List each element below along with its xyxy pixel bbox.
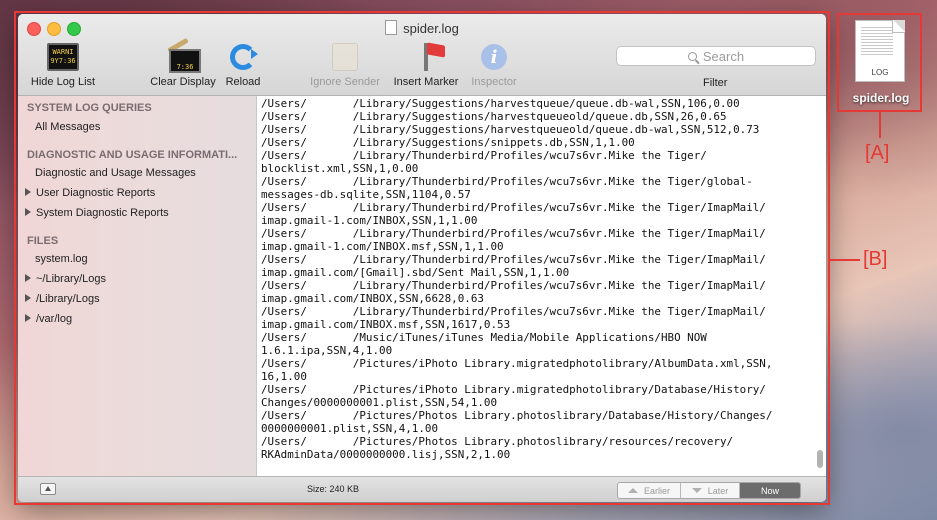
annotation-line-b <box>830 259 860 261</box>
annotation-box-b <box>14 11 830 505</box>
annotation-label-b: [B] <box>863 248 888 270</box>
annotation-box-a <box>837 13 922 112</box>
annotation-line-a <box>879 112 881 138</box>
annotation-label-a: [A] <box>865 142 890 164</box>
